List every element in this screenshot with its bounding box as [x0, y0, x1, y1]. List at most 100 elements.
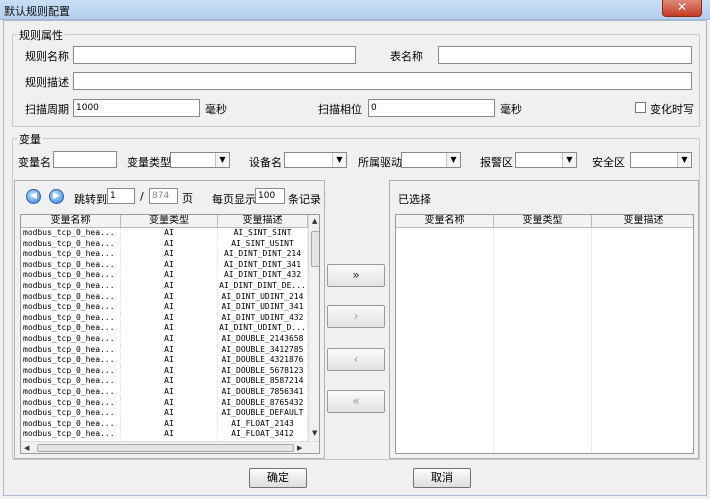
total-pages-field	[149, 188, 178, 204]
table-row[interactable]: modbus_tcp_0_hea... AI AI_DOUBLE_2143658	[21, 334, 308, 345]
cell-var-desc: AI_DOUBLE_8765432	[218, 397, 308, 409]
column-header-name[interactable]: 变量名称	[21, 215, 121, 228]
cell-var-name: modbus_tcp_0_hea...	[21, 291, 121, 303]
close-icon: ✕	[676, 0, 688, 14]
cell-var-desc: AI_DINT_DINT_214	[218, 249, 308, 260]
cell-var-type: AI	[121, 291, 218, 303]
rule-desc-input[interactable]	[73, 72, 692, 90]
column-header-type[interactable]: 变量类型	[121, 215, 218, 228]
rule-name-label: 规则名称	[25, 50, 69, 63]
chevron-down-icon: ▼	[677, 153, 691, 167]
chevron-left-icon: ‹	[353, 352, 359, 366]
vertical-scrollbar[interactable]: ▲ ▼	[308, 215, 319, 441]
scan-phase-input[interactable]	[368, 99, 495, 117]
remove-selected-button[interactable]: ‹	[327, 348, 385, 371]
double-chevron-left-icon: «	[352, 394, 360, 408]
table-row[interactable]: modbus_tcp_0_hea... AI AI_DOUBLE_5678123	[21, 365, 308, 377]
cell-var-name: modbus_tcp_0_hea...	[21, 365, 121, 377]
change-write-checkbox[interactable]	[635, 102, 646, 113]
selected-table-body	[396, 228, 693, 453]
column-header-desc[interactable]: 变量描述	[218, 215, 308, 228]
selected-panel: 已选择 变量名称 变量类型 变量描述	[389, 180, 699, 459]
cell-var-desc: AI_DINT_UDINT_214	[218, 291, 308, 303]
table-row[interactable]: modbus_tcp_0_hea... AI AI_FLOAT_3412	[21, 429, 308, 440]
table-row[interactable]: modbus_tcp_0_hea... AI AI_SINT_SINT	[21, 228, 308, 239]
ok-button[interactable]: 确定	[249, 468, 307, 488]
cell-var-name: modbus_tcp_0_hea...	[21, 323, 121, 334]
scan-phase-label: 扫描相位	[318, 103, 362, 116]
page-unit-label: 页	[182, 192, 193, 205]
table-row[interactable]: modbus_tcp_0_hea... AI AI_DINT_DINT_DE...	[21, 281, 308, 292]
cell-var-desc: AI_FLOAT_2143	[218, 418, 308, 430]
column-header-type[interactable]: 变量类型	[494, 215, 592, 228]
table-row[interactable]: modbus_tcp_0_hea... AI AI_DINT_DINT_214	[21, 249, 308, 260]
table-row[interactable]: modbus_tcp_0_hea... AI AI_DOUBLE_3412785	[21, 344, 308, 356]
variable-title: 变量	[17, 131, 43, 147]
table-name-input[interactable]	[438, 46, 692, 64]
table-row[interactable]: modbus_tcp_0_hea... AI AI_DINT_UDINT_432	[21, 312, 308, 324]
filter-security-select[interactable]: ▼	[630, 152, 692, 168]
cell-var-type: AI	[121, 249, 218, 260]
table-row[interactable]: modbus_tcp_0_hea... AI AI_DINT_DINT_432	[21, 270, 308, 281]
cell-var-desc: AI_DOUBLE_5678123	[218, 365, 308, 377]
filter-alarm-select[interactable]: ▼	[515, 152, 577, 168]
cell-var-type: AI	[121, 312, 218, 324]
table-row[interactable]: modbus_tcp_0_hea... AI AI_DINT_UDINT_341	[21, 302, 308, 313]
chevron-down-icon: ▼	[215, 153, 229, 167]
prev-page-button[interactable]: ◀	[26, 189, 41, 204]
table-row[interactable]: modbus_tcp_0_hea... AI AI_DOUBLE_DEFAULT	[21, 408, 308, 419]
cell-var-name: modbus_tcp_0_hea...	[21, 259, 121, 271]
column-header-desc[interactable]: 变量描述	[592, 215, 693, 228]
scroll-right-icon[interactable]: ▶	[297, 444, 302, 452]
table-row[interactable]: modbus_tcp_0_hea... AI AI_DINT_UDINT_214	[21, 291, 308, 303]
close-button[interactable]: ✕	[662, 0, 702, 17]
page-number-input[interactable]	[107, 188, 135, 204]
table-row[interactable]: modbus_tcp_0_hea... AI AI_FLOAT_2143	[21, 418, 308, 430]
filter-alarm-label: 报警区	[480, 156, 513, 169]
variable-group: 变量 变量名 变量类型 ▼ 设备名 ▼ 所属驱动 ▼ 报警区 ▼ 安全区 ▼ ◀…	[12, 131, 700, 460]
filter-device-select[interactable]: ▼	[284, 152, 347, 168]
horizontal-scroll-thumb[interactable]	[37, 444, 294, 452]
table-row[interactable]: modbus_tcp_0_hea... AI AI_SINT_USINT	[21, 238, 308, 250]
table-row[interactable]: modbus_tcp_0_hea... AI AI_DINT_UDINT_D...	[21, 323, 308, 334]
per-page-input[interactable]	[255, 188, 285, 204]
rule-properties-title: 规则属性	[17, 27, 65, 43]
rule-name-input[interactable]	[73, 46, 356, 64]
table-row[interactable]: modbus_tcp_0_hea... AI AI_DINT_DINT_341	[21, 259, 308, 271]
cell-var-desc: AI_DOUBLE_DEFAULT	[218, 408, 308, 419]
scroll-thumb[interactable]	[311, 231, 319, 267]
cell-var-desc: AI_DINT_UDINT_432	[218, 312, 308, 324]
add-all-button[interactable]: »	[327, 264, 385, 287]
cell-var-desc: AI_DOUBLE_4321876	[218, 355, 308, 366]
table-row[interactable]: modbus_tcp_0_hea... AI AI_DOUBLE_7856341	[21, 387, 308, 398]
selected-title: 已选择	[398, 193, 431, 206]
selected-table-header: 变量名称 变量类型 变量描述	[396, 215, 693, 228]
cell-var-type: AI	[121, 344, 218, 356]
filter-var-type-select[interactable]: ▼	[170, 152, 230, 168]
table-row[interactable]: modbus_tcp_0_hea... AI AI_DOUBLE_8765432	[21, 397, 308, 409]
cell-var-desc: AI_DOUBLE_2143658	[218, 334, 308, 345]
cell-var-name: modbus_tcp_0_hea...	[21, 429, 121, 440]
per-page-unit: 条记录	[288, 193, 321, 206]
next-page-button[interactable]: ▶	[49, 189, 64, 204]
remove-all-button[interactable]: «	[327, 390, 385, 413]
scroll-left-icon[interactable]: ◀	[24, 444, 29, 452]
title-bar: 默认规则配置 ✕	[0, 0, 710, 20]
filter-driver-select[interactable]: ▼	[401, 152, 461, 168]
column-header-name[interactable]: 变量名称	[396, 215, 494, 228]
scroll-down-icon[interactable]: ▼	[312, 429, 317, 437]
table-row[interactable]: modbus_tcp_0_hea... AI AI_DOUBLE_4321876	[21, 355, 308, 366]
filter-var-name-input[interactable]	[53, 151, 117, 168]
cell-var-type: AI	[121, 365, 218, 377]
cell-var-name: modbus_tcp_0_hea...	[21, 418, 121, 430]
cell-var-desc: AI_SINT_SINT	[218, 228, 308, 239]
table-row[interactable]: modbus_tcp_0_hea... AI AI_DOUBLE_8587214	[21, 376, 308, 387]
cell-var-desc: AI_DOUBLE_7856341	[218, 387, 308, 398]
scan-period-input[interactable]	[73, 99, 200, 117]
horizontal-scrollbar[interactable]: ◀ ▶	[21, 441, 319, 453]
scroll-up-icon[interactable]: ▲	[312, 217, 317, 225]
cell-var-desc: AI_DINT_UDINT_341	[218, 302, 308, 313]
cell-var-name: modbus_tcp_0_hea...	[21, 334, 121, 345]
cancel-button[interactable]: 取消	[413, 468, 471, 488]
add-selected-button[interactable]: ›	[327, 305, 385, 328]
